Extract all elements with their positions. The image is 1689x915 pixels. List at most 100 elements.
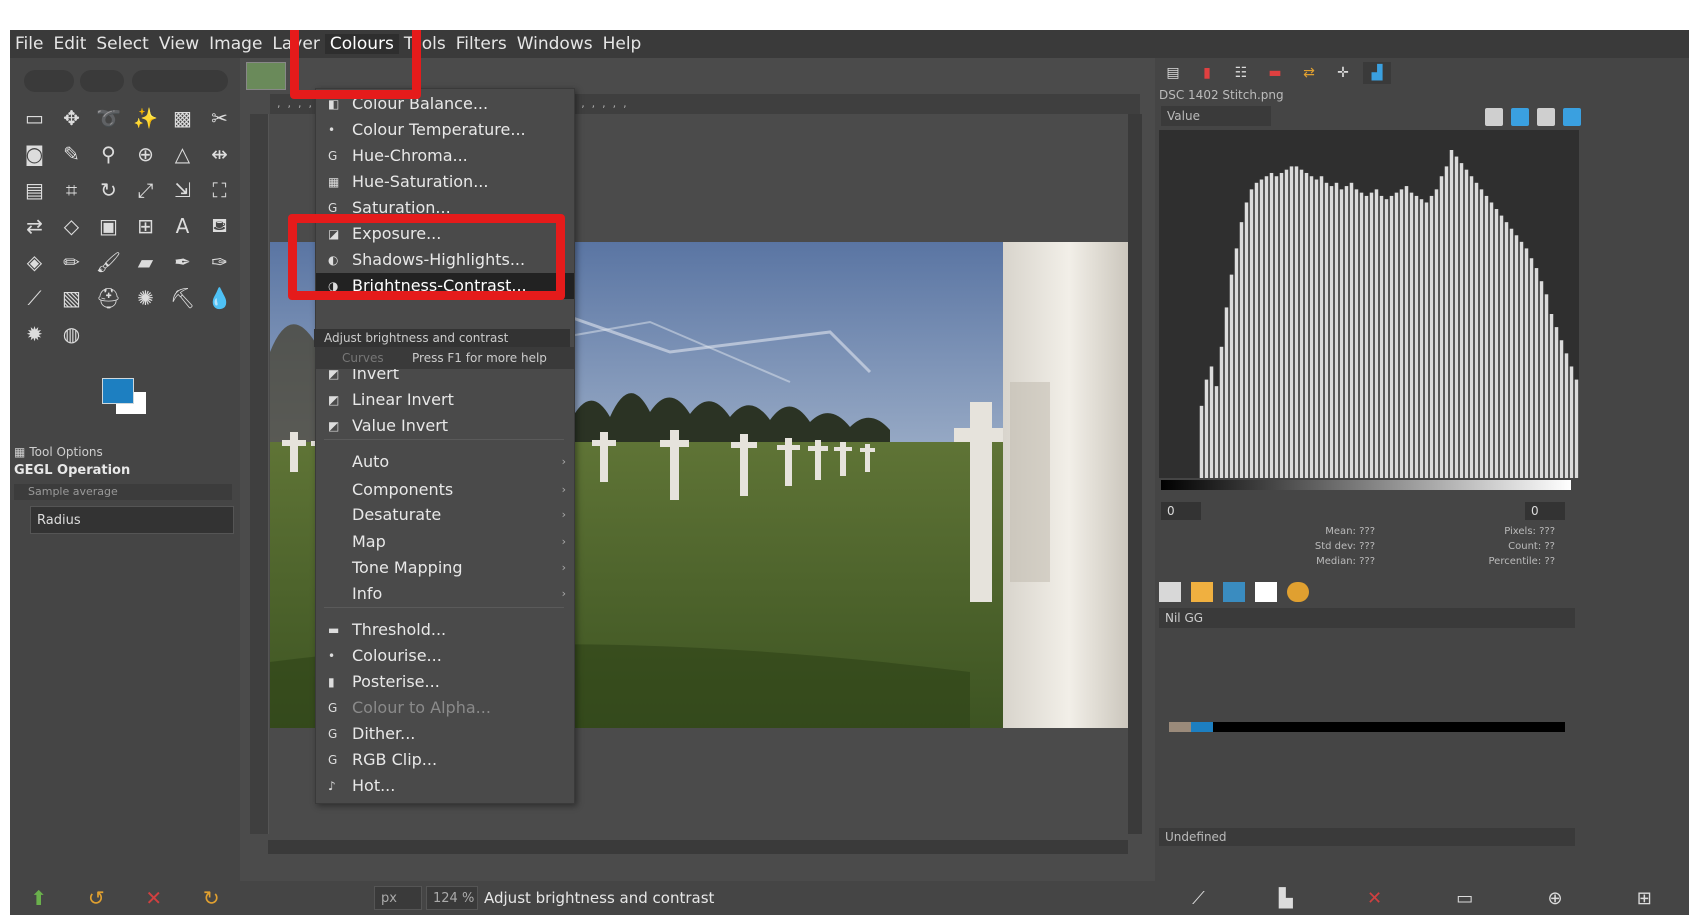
save-tool-preset-icon[interactable]: ⬆	[30, 886, 47, 910]
duplicate-icon[interactable]: ▙	[1279, 888, 1293, 909]
gegl-operation-icon[interactable]: ✹	[16, 316, 53, 352]
brushes-tab-icon[interactable]	[1159, 582, 1181, 602]
colours-menu-item[interactable]: ▦ Hue-Saturation...	[316, 169, 574, 195]
layers-tab-icon[interactable]: ▤	[1159, 62, 1187, 84]
colours-menu-item[interactable]: G Hue-Chroma...	[316, 143, 574, 169]
pointer-tab-icon[interactable]: ✛	[1329, 62, 1357, 84]
menu-layer[interactable]: Layer	[267, 34, 324, 54]
sample-average-field[interactable]: Sample average	[14, 484, 232, 500]
radius-field[interactable]: Radius	[30, 506, 234, 534]
palettes-tab-icon[interactable]	[1287, 582, 1309, 602]
move-icon[interactable]: ✥	[53, 100, 90, 136]
brush-name-field[interactable]: Nil GG	[1159, 608, 1575, 628]
perspective-icon[interactable]: ⛶	[201, 172, 238, 208]
colours-menu-item[interactable]: Map ›	[316, 529, 574, 555]
menu-view[interactable]: View	[154, 34, 204, 54]
colours-menu-item[interactable]: • Colour Temperature...	[316, 117, 574, 143]
crop-icon[interactable]: ⌗	[53, 172, 90, 208]
scale-icon[interactable]: ⤢	[127, 172, 164, 208]
restore-tool-preset-icon[interactable]: ↺	[88, 886, 105, 910]
undo-tab-icon[interactable]: ⇄	[1295, 62, 1323, 84]
colours-menu-item[interactable]: ▬ Threshold...	[316, 617, 574, 643]
unit-select[interactable]: px	[374, 886, 422, 910]
range-min-field[interactable]: 0	[1161, 502, 1201, 520]
fonts-tab-icon[interactable]	[1223, 582, 1245, 602]
cage-icon[interactable]: ◇	[53, 208, 90, 244]
bucket-fill-icon[interactable]: ⛾	[201, 208, 238, 244]
grid-view-icon[interactable]: ⊞	[1637, 888, 1652, 909]
dodge-burn-icon[interactable]: ⛏	[164, 280, 201, 316]
menu-edit[interactable]: Edit	[48, 34, 91, 54]
menu-filters[interactable]: Filters	[451, 34, 512, 54]
range-max-field[interactable]: 0	[1525, 502, 1565, 520]
unified-transform-icon[interactable]: ▤	[16, 172, 53, 208]
colours-menu-item[interactable]: G Dither...	[316, 721, 574, 747]
eraser-icon[interactable]: ▰	[127, 244, 164, 280]
foreground-select-icon[interactable]: ◙	[16, 136, 53, 172]
paintbrush-icon[interactable]: 🖌	[90, 244, 127, 280]
edit-icon[interactable]: ⟋	[1192, 888, 1205, 909]
channels-tab-icon[interactable]: ▮	[1193, 62, 1221, 84]
menu-image[interactable]: Image	[204, 34, 267, 54]
heal-icon[interactable]: ⛑	[90, 280, 127, 316]
rect-select-icon[interactable]: ▭	[16, 100, 53, 136]
colours-menu-item[interactable]: ◩ Linear Invert	[316, 387, 574, 413]
colours-menu-item[interactable]: ◑ Brightness-Contrast...	[316, 273, 574, 299]
colours-menu-item[interactable]: Components ›	[316, 477, 574, 503]
colormap-tab-icon[interactable]: ▬	[1261, 62, 1289, 84]
measure-icon[interactable]: △	[164, 136, 201, 172]
fg-bg-colors[interactable]	[102, 378, 152, 418]
histogram-channel-select[interactable]: Value	[1161, 106, 1271, 126]
histogram-options-icon[interactable]	[1537, 108, 1555, 126]
colours-menu-item[interactable]: • Colourise...	[316, 643, 574, 669]
threshold-tool-icon[interactable]: ◍	[53, 316, 90, 352]
colours-menu-item[interactable]: ◩ Value Invert	[316, 413, 574, 439]
patterns-tab-icon[interactable]	[1191, 582, 1213, 602]
mypaint-brush-icon[interactable]: ⟋	[16, 280, 53, 316]
text-icon[interactable]: A	[164, 208, 201, 244]
delete-tool-preset-icon[interactable]: ✕	[145, 886, 162, 910]
dock-status-field[interactable]: Undefined	[1159, 828, 1575, 846]
gradient-icon[interactable]: ◈	[16, 244, 53, 280]
blur-icon[interactable]: 💧	[201, 280, 238, 316]
menu-tools[interactable]: Tools	[399, 34, 451, 54]
free-select-icon[interactable]: ➰	[90, 100, 127, 136]
color-picker-icon[interactable]: ⚲	[90, 136, 127, 172]
colours-menu-item[interactable]: G Saturation...	[316, 195, 574, 221]
shear-icon[interactable]: ⇲	[164, 172, 201, 208]
foreground-color[interactable]	[102, 378, 134, 404]
refresh-icon[interactable]: ▭	[1456, 888, 1473, 909]
handle-transform-icon[interactable]: ⊞	[127, 208, 164, 244]
histogram-extra-icon[interactable]	[1563, 108, 1581, 126]
colours-menu-item[interactable]: ▮ Posterise...	[316, 669, 574, 695]
colours-menu-item[interactable]: Auto ›	[316, 449, 574, 475]
rotate-icon[interactable]: ↻	[90, 172, 127, 208]
horizontal-scrollbar[interactable]	[268, 840, 1128, 854]
colours-menu-item[interactable]: Info ›	[316, 581, 574, 607]
colours-menu-item[interactable]: ♪ Hot...	[316, 773, 574, 799]
color-select-icon[interactable]: ▩	[164, 100, 201, 136]
colours-menu-item[interactable]: ◧ Colour Balance...	[316, 91, 574, 117]
histogram-view[interactable]	[1159, 130, 1579, 479]
colours-menu-item[interactable]: Tone Mapping ›	[316, 555, 574, 581]
menu-windows[interactable]: Windows	[512, 34, 598, 54]
menu-select[interactable]: Select	[91, 34, 153, 54]
add-icon[interactable]: ⊕	[1547, 888, 1562, 909]
smudge-icon[interactable]: ✺	[127, 280, 164, 316]
paths-icon[interactable]: ✎	[53, 136, 90, 172]
logarithmic-histogram-icon[interactable]	[1511, 108, 1529, 126]
colours-menu-item[interactable]: ◐ Shadows-Highlights...	[316, 247, 574, 273]
pencil-icon[interactable]: ✏	[53, 244, 90, 280]
tool-options-tab[interactable]: ▦ Tool Options	[14, 443, 236, 461]
menu-help[interactable]: Help	[598, 34, 647, 54]
colours-menu-item[interactable]: ◪ Exposure...	[316, 221, 574, 247]
clone-icon[interactable]: ▧	[53, 280, 90, 316]
zoom-icon[interactable]: ⊕	[127, 136, 164, 172]
vertical-scrollbar[interactable]	[1128, 114, 1142, 834]
delete-icon[interactable]: ✕	[1367, 888, 1382, 909]
image-tab-thumbnail[interactable]	[246, 62, 286, 90]
warp-icon[interactable]: ▣	[90, 208, 127, 244]
histogram-tab-icon[interactable]: ▟	[1363, 62, 1391, 84]
menu-file[interactable]: File	[10, 34, 48, 54]
zoom-select[interactable]: 124 %	[426, 886, 478, 910]
